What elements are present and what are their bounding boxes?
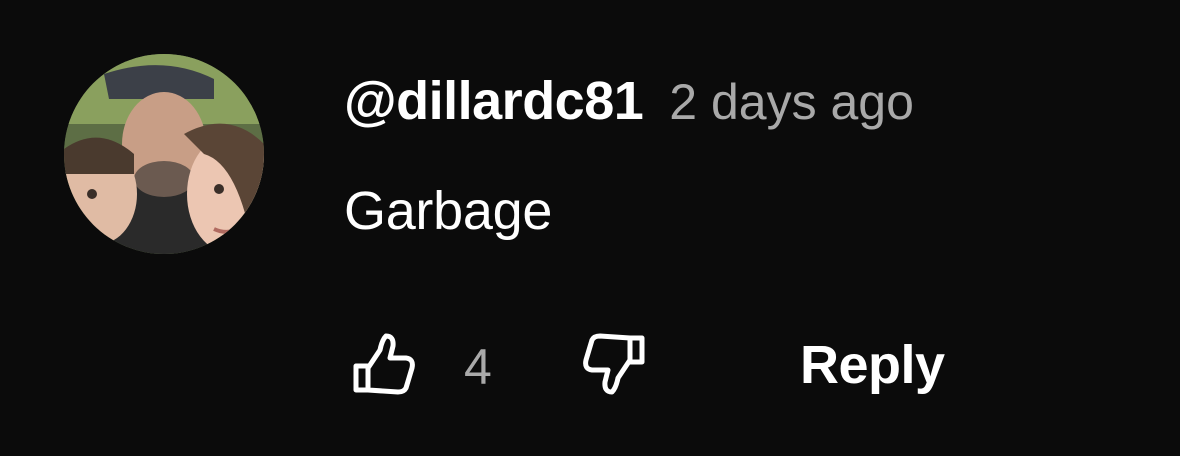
avatar[interactable]: [64, 54, 264, 254]
comment-body: Garbage: [344, 181, 553, 241]
comment-timestamp[interactable]: 2 days ago: [669, 73, 914, 131]
dislike-button[interactable]: [580, 328, 652, 400]
like-button[interactable]: [346, 328, 418, 400]
comment-thread: @dillardc81 2 days ago Garbage 4 Reply: [0, 0, 1180, 456]
comment-header: @dillardc81 2 days ago: [344, 70, 914, 134]
author-handle[interactable]: @dillardc81: [344, 70, 644, 132]
like-count: 4: [464, 339, 492, 395]
thumbs-down-icon: [583, 333, 645, 395]
avatar-photo: [64, 54, 264, 254]
thumbs-up-icon: [353, 333, 415, 395]
comment-action-bar: 4 Reply: [340, 326, 980, 406]
reply-button[interactable]: Reply: [800, 334, 945, 396]
